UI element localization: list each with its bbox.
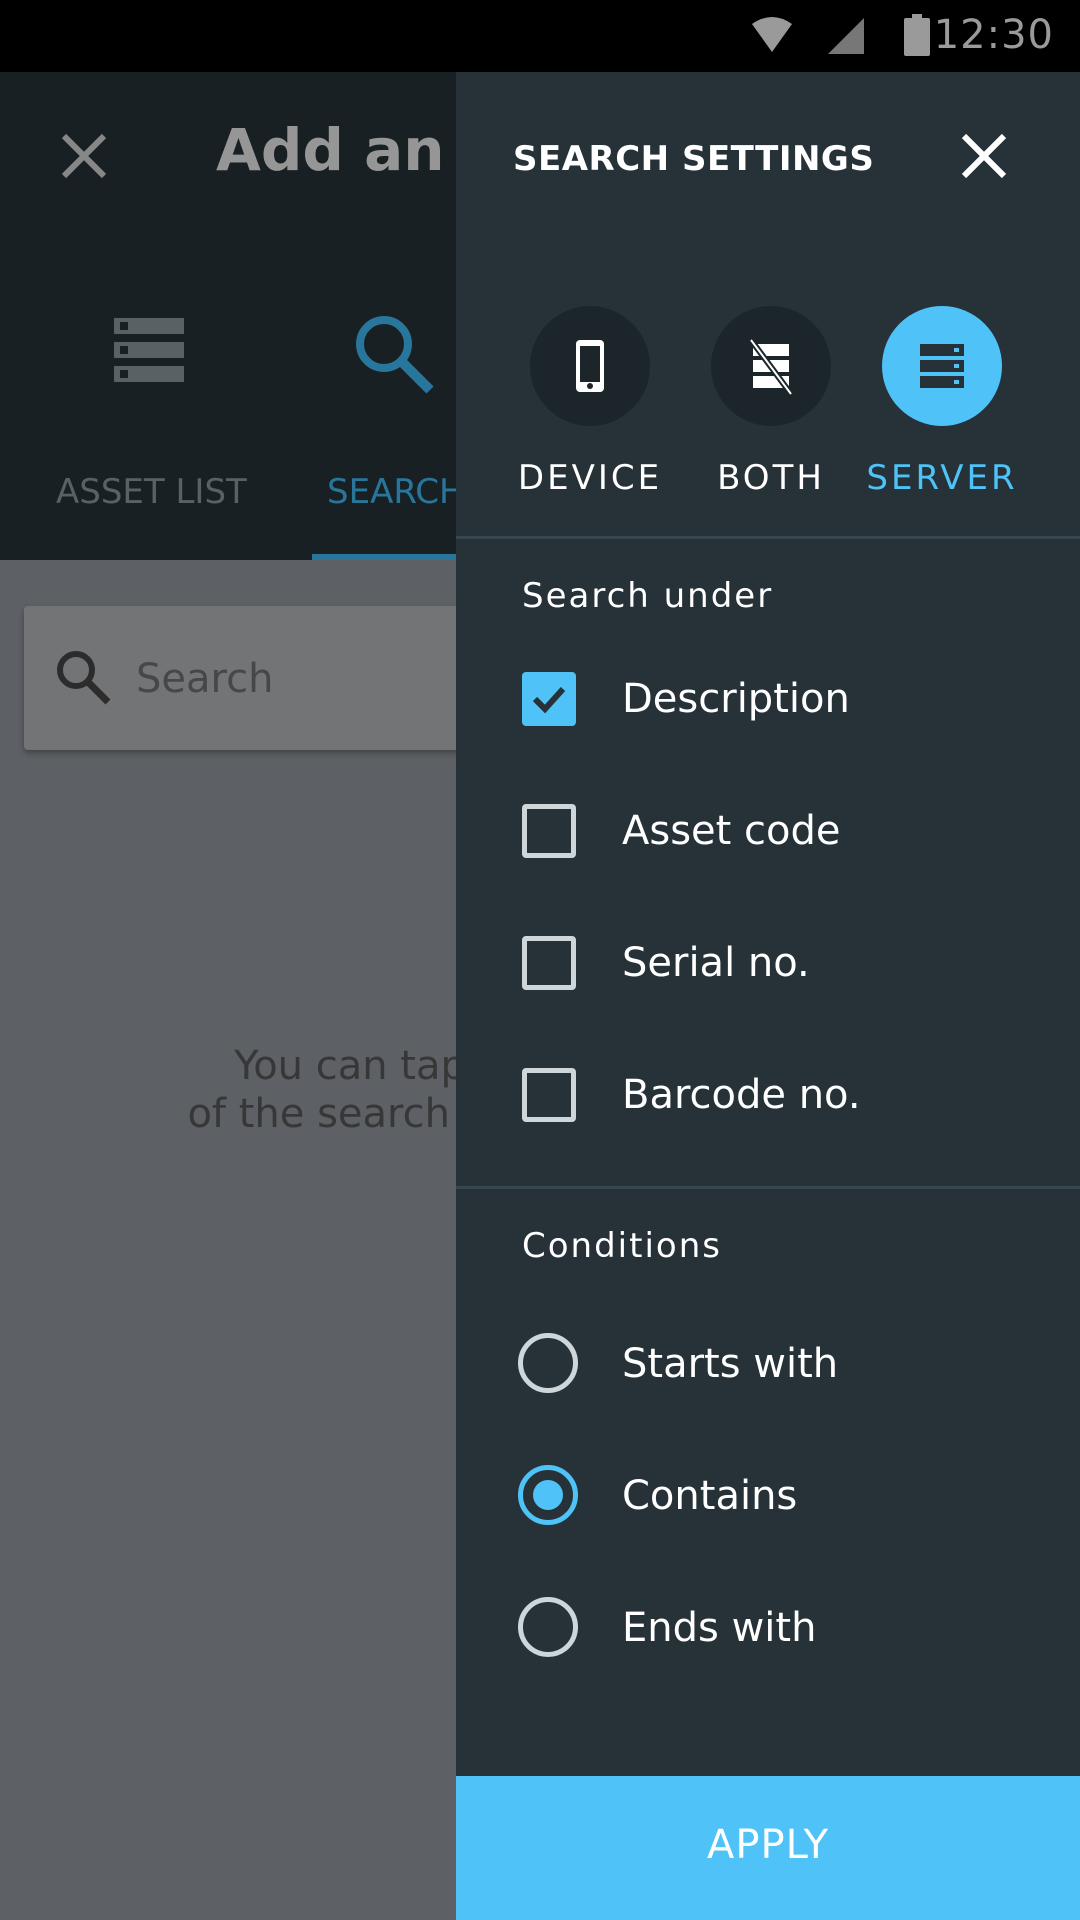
radio-button[interactable] xyxy=(518,1465,578,1525)
apply-label: APPLY xyxy=(706,1822,829,1868)
server-icon xyxy=(920,344,964,388)
radio-contains[interactable]: Contains xyxy=(518,1465,1062,1533)
mode-server-label: SERVER xyxy=(866,458,1018,498)
mode-device[interactable]: DEVICE xyxy=(500,306,680,498)
option-label: Barcode no. xyxy=(622,1072,861,1118)
mode-device-label: DEVICE xyxy=(517,458,663,498)
option-label: Serial no. xyxy=(622,940,810,986)
checkbox[interactable] xyxy=(522,672,576,726)
divider xyxy=(456,1186,1080,1189)
radio-button[interactable] xyxy=(518,1333,578,1393)
close-icon[interactable] xyxy=(956,128,1012,184)
apply-button[interactable]: APPLY xyxy=(456,1776,1080,1920)
option-label: Contains xyxy=(622,1473,798,1519)
drawer-title: SEARCH SETTINGS xyxy=(513,139,875,179)
status-bar: 12:30 xyxy=(0,0,1080,72)
mode-device-button[interactable] xyxy=(530,306,650,426)
option-label: Ends with xyxy=(622,1605,817,1651)
checkbox-description[interactable]: Description xyxy=(522,672,1062,736)
divider xyxy=(456,536,1080,539)
phone-icon xyxy=(576,340,604,392)
radio-starts-with[interactable]: Starts with xyxy=(518,1333,1062,1401)
checkbox[interactable] xyxy=(522,1068,576,1122)
radio-button[interactable] xyxy=(518,1597,578,1657)
mode-both-label: BOTH xyxy=(717,458,825,498)
check-icon xyxy=(532,686,566,714)
search-under-title: Search under xyxy=(522,576,774,616)
battery-icon xyxy=(904,14,930,56)
checkbox-barcode-no[interactable]: Barcode no. xyxy=(522,1068,1062,1132)
wifi-icon xyxy=(752,17,792,52)
option-label: Description xyxy=(622,676,850,722)
mode-server-button[interactable] xyxy=(882,306,1002,426)
signal-icon xyxy=(828,18,864,54)
conditions-title: Conditions xyxy=(522,1226,722,1266)
checkbox[interactable] xyxy=(522,936,576,990)
radio-ends-with[interactable]: Ends with xyxy=(518,1597,1062,1665)
option-label: Asset code xyxy=(622,808,841,854)
radio-dot xyxy=(533,1480,563,1510)
status-time: 12:30 xyxy=(933,12,1054,58)
mode-server[interactable]: SERVER xyxy=(852,306,1032,498)
mode-both[interactable]: BOTH xyxy=(681,306,861,498)
mode-both-button[interactable] xyxy=(711,306,831,426)
search-settings-drawer: SEARCH SETTINGS DEVICE BOTH SERVER Searc… xyxy=(456,72,1080,1920)
checkbox[interactable] xyxy=(522,804,576,858)
checkbox-serial-no[interactable]: Serial no. xyxy=(522,936,1062,1000)
server-off-icon xyxy=(748,338,794,396)
option-label: Starts with xyxy=(622,1341,839,1387)
checkbox-asset-code[interactable]: Asset code xyxy=(522,804,1062,868)
